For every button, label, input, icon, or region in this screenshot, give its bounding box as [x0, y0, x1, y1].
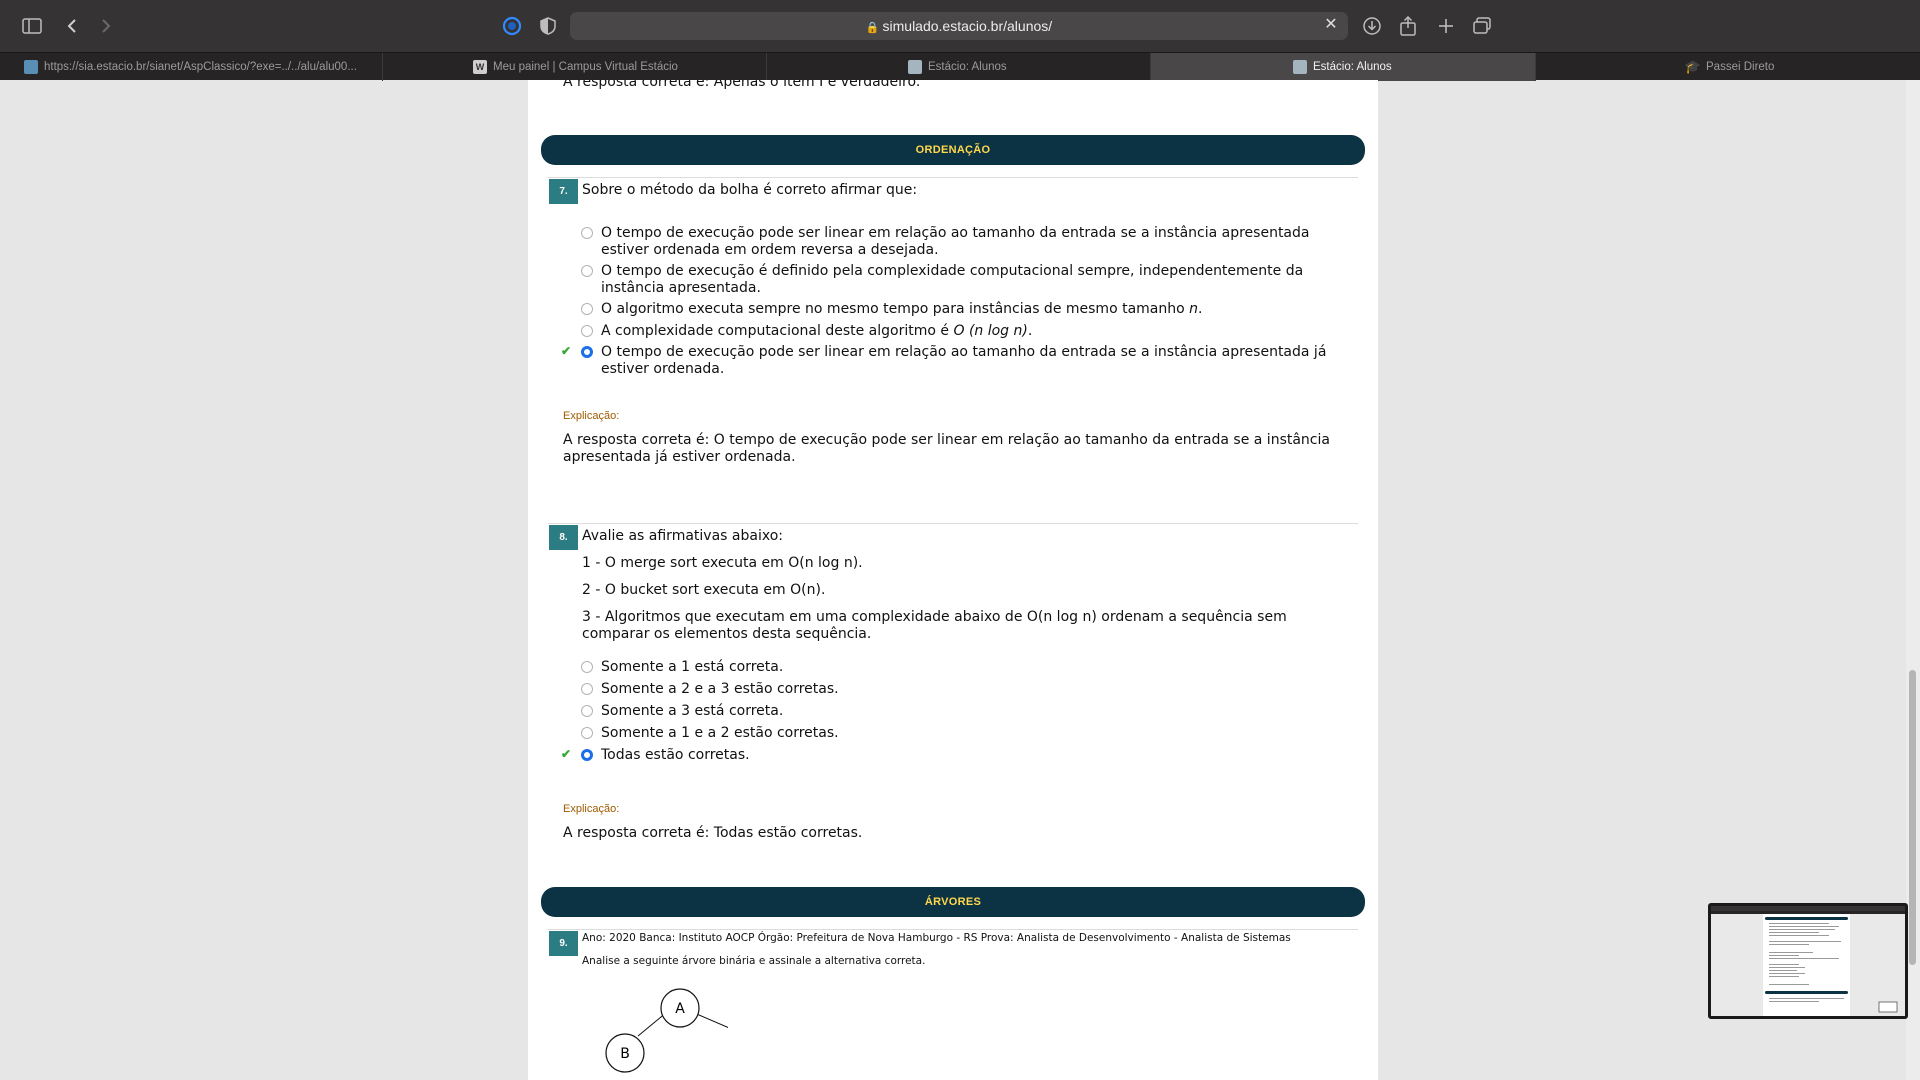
option-text: estiver ordenada em ordem reversa a dese… [601, 242, 939, 258]
divider [548, 523, 1358, 524]
statement-line: 3 - Algoritmos que executam em uma compl… [582, 609, 1287, 625]
screenshot-thumbnail[interactable] [1708, 903, 1908, 1019]
tab-sia[interactable]: https://sia.estacio.br/sianet/AspClassic… [0, 53, 383, 81]
option-text: Somente a 1 está correta. [601, 659, 784, 675]
lock-icon: 🔒 [865, 22, 880, 34]
tab-estacio-alunos-active[interactable]: Estácio: Alunos [1151, 53, 1536, 81]
question-prompt: Sobre o método da bolha é correto afirma… [582, 182, 918, 198]
option-text: . [1027, 323, 1033, 339]
option-text: . [1198, 301, 1203, 317]
tab-label: https://sia.estacio.br/sianet/AspClassic… [44, 61, 357, 73]
sia-favicon-icon [24, 60, 38, 74]
correct-check-icon: ✔ [561, 344, 572, 358]
radio-button-selected[interactable] [581, 346, 593, 358]
question-number-badge: 7. [549, 179, 578, 204]
extension-icon[interactable] [500, 14, 524, 38]
question-number-badge: 9. [549, 931, 578, 956]
statement: 2 - O bucket sort executa em O(n). [582, 582, 826, 598]
exam-page: A resposta correta é: Apenas o item I é … [528, 80, 1378, 1080]
question-number-badge: 8. [549, 525, 578, 550]
downloads-icon[interactable] [1360, 14, 1384, 38]
question-header: Ano: 2020 Banca: Instituto AOCP Órgão: P… [582, 932, 1291, 944]
new-tab-icon[interactable] [1434, 14, 1458, 38]
scrollbar-thumb[interactable] [1909, 670, 1916, 965]
radio-button[interactable] [581, 265, 593, 277]
radio-button-selected[interactable] [581, 749, 593, 761]
explanation-text: A resposta correta é: O tempo de execuçã… [563, 432, 1353, 466]
tab-bar: https://sia.estacio.br/sianet/AspClassic… [0, 52, 1920, 81]
option-math: n [1189, 301, 1199, 317]
tab-label: Estácio: Alunos [928, 61, 1007, 73]
radio-button[interactable] [581, 661, 593, 673]
share-icon[interactable] [1396, 14, 1420, 38]
option-text: O algoritmo executa sempre no mesmo temp… [601, 301, 1190, 317]
explanation-line: A resposta correta é: O tempo de execuçã… [563, 432, 1330, 448]
correct-check-icon: ✔ [561, 747, 572, 761]
option-math: O (n log n) [953, 323, 1028, 339]
section-header-arvores: ÁRVORES [541, 887, 1365, 917]
previous-answer-text: A resposta correta é: Apenas o item I é … [563, 80, 921, 90]
tab-label: Meu painel | Campus Virtual Estácio [493, 61, 678, 73]
radio-button[interactable] [581, 303, 593, 315]
statement: 1 - O merge sort executa em O(n log n). [582, 555, 863, 571]
tab-label: Passei Direto [1706, 61, 1775, 73]
w-favicon-icon: W [473, 60, 487, 74]
option-text: Somente a 3 está correta. [601, 703, 784, 719]
explanation-label: Explicação: [563, 410, 620, 422]
section-header-ordenacao: ORDENAÇÃO [541, 135, 1365, 165]
clear-url-icon[interactable]: ✕ [1322, 16, 1340, 34]
option-text: A complexidade computacional deste algor… [601, 323, 954, 339]
estacio-favicon-icon [908, 60, 922, 74]
tab-estacio-alunos[interactable]: Estácio: Alunos [767, 53, 1151, 81]
question-prompt: Analise a seguinte árvore binária e assi… [582, 955, 926, 967]
explanation-text: A resposta correta é: Todas estão corret… [563, 825, 863, 841]
option-text: Somente a 2 e a 3 estão corretas. [601, 681, 839, 697]
privacy-shield-icon[interactable] [536, 14, 560, 38]
explanation-label: Explicação: [563, 803, 620, 815]
divider [548, 177, 1358, 178]
option-text: O tempo de execução pode ser linear em r… [601, 225, 1310, 241]
sidebar-toggle-icon[interactable] [20, 14, 44, 38]
question-prompt: Avalie as afirmativas abaixo: [582, 528, 783, 544]
radio-button[interactable] [581, 705, 593, 717]
option-text: instância apresentada. [601, 280, 761, 296]
tab-passei-direto[interactable]: 🎓 Passei Direto [1536, 53, 1920, 81]
estacio-favicon-icon [1293, 60, 1307, 74]
tab-overview-icon[interactable] [1470, 14, 1494, 38]
back-icon[interactable] [60, 14, 84, 38]
url-text: simulado.estacio.br/alunos/ [882, 18, 1053, 34]
option-text: Todas estão corretas. [601, 747, 750, 763]
option-text: O tempo de execução é definido pela comp… [601, 263, 1304, 279]
radio-button[interactable] [581, 227, 593, 239]
radio-button[interactable] [581, 325, 593, 337]
thumbnail-image [1711, 906, 1905, 1016]
statement: 3 - Algoritmos que executam em uma compl… [582, 609, 1352, 643]
explanation-line: apresentada já estiver ordenada. [563, 449, 796, 465]
tab-label: Estácio: Alunos [1313, 61, 1392, 73]
browser-toolbar: 🔒 simulado.estacio.br/alunos/ ✕ [0, 0, 1920, 52]
graduation-cap-icon: 🎓 [1684, 59, 1702, 74]
address-bar[interactable]: 🔒 simulado.estacio.br/alunos/ ✕ [570, 12, 1348, 40]
binary-tree-diagram: A B C [605, 988, 728, 1073]
forward-icon[interactable] [94, 14, 118, 38]
divider [548, 929, 1358, 930]
radio-button[interactable] [581, 727, 593, 739]
tree-node-label: B [620, 1046, 630, 1062]
option-text: estiver ordenada. [601, 361, 725, 377]
statement-line: comparar os elementos desta sequência. [582, 626, 872, 642]
tab-campus-virtual[interactable]: W Meu painel | Campus Virtual Estácio [383, 53, 767, 81]
option-text: Somente a 1 e a 2 estão corretas. [601, 725, 839, 741]
radio-button[interactable] [581, 683, 593, 695]
option-text: O tempo de execução pode ser linear em r… [601, 344, 1327, 360]
page-scrollbar[interactable] [1906, 80, 1920, 1080]
tree-node-label: A [675, 1001, 685, 1017]
